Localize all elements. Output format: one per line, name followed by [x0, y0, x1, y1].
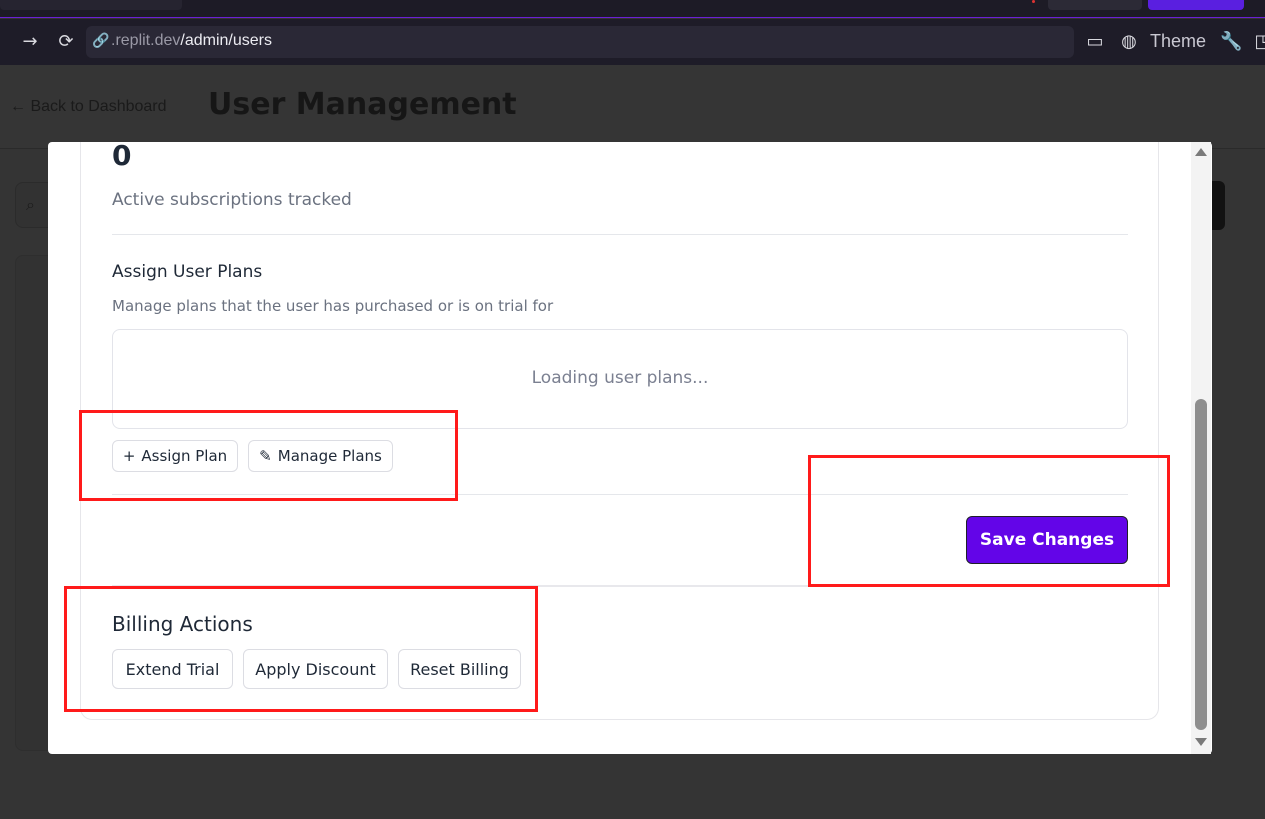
user-plans-list: Loading user plans...	[112, 329, 1128, 429]
subscription-card: 0 Active subscriptions tracked Assign Us…	[80, 142, 1159, 720]
url-path: /admin/users	[180, 32, 272, 49]
assign-plan-button[interactable]: + Assign Plan	[112, 440, 238, 472]
extend-trial-button[interactable]: Extend Trial	[112, 649, 233, 689]
reset-billing-button[interactable]: Reset Billing	[398, 649, 521, 689]
divider	[112, 585, 1128, 587]
search-icon: ⌕	[26, 195, 35, 214]
page-header: ← Back to Dashboard User Management	[0, 65, 1265, 149]
assign-plans-title: Assign User Plans	[112, 262, 263, 282]
modal-scrollbar[interactable]	[1191, 142, 1211, 754]
apply-discount-button[interactable]: Apply Discount	[243, 649, 388, 689]
plus-icon: +	[122, 446, 136, 465]
scroll-up-arrow-icon[interactable]	[1195, 148, 1207, 156]
toolbar-primary-button[interactable]	[1148, 0, 1244, 10]
toolbar-button[interactable]	[1048, 0, 1142, 10]
stat-description: Active subscriptions tracked	[112, 190, 352, 210]
save-changes-label: Save Changes	[979, 530, 1115, 550]
edit-icon: ✎	[259, 446, 272, 465]
notification-dot	[1032, 0, 1035, 3]
url-text: .replit.dev/admin/users	[111, 32, 272, 50]
back-to-dashboard-link[interactable]: ← Back to Dashboard	[10, 98, 167, 116]
url-domain: .replit.dev	[111, 32, 181, 49]
devices-icon[interactable]: ▭	[1084, 31, 1106, 53]
scroll-thumb[interactable]	[1195, 399, 1207, 730]
browser-navbar: → ⟳ 🔗 .replit.dev/admin/users ▭ ◍ Theme …	[0, 19, 1265, 65]
page-title: User Management	[208, 87, 517, 122]
manage-plans-button[interactable]: ✎ Manage Plans	[248, 440, 393, 472]
wrench-icon[interactable]: 🔧	[1220, 31, 1242, 53]
stat-value: 0	[112, 142, 132, 172]
save-changes-button[interactable]: Save Changes	[966, 516, 1128, 564]
scroll-down-arrow-icon[interactable]	[1195, 738, 1207, 746]
user-edit-modal: 0 Active subscriptions tracked Assign Us…	[48, 142, 1212, 754]
manage-plans-label: Manage Plans	[277, 447, 382, 465]
url-bar[interactable]: 🔗 .replit.dev/admin/users	[86, 26, 1074, 58]
palette-icon[interactable]: ◍	[1118, 31, 1140, 53]
reload-icon[interactable]: ⟳	[55, 31, 77, 53]
extend-trial-label: Extend Trial	[125, 659, 220, 679]
apply-discount-label: Apply Discount	[255, 659, 376, 679]
divider	[112, 494, 1128, 495]
divider	[112, 234, 1128, 235]
loading-text: Loading user plans...	[531, 368, 709, 388]
assign-plans-subtitle: Manage plans that the user has purchased…	[112, 297, 554, 315]
assign-plan-label: Assign Plan	[141, 447, 228, 465]
link-icon: 🔗	[92, 33, 110, 49]
billing-actions-title: Billing Actions	[112, 612, 253, 636]
forward-arrow-icon[interactable]: →	[19, 31, 41, 53]
reset-billing-label: Reset Billing	[410, 659, 509, 679]
external-icon[interactable]: ◳	[1252, 31, 1265, 53]
browser-tab[interactable]	[0, 0, 182, 10]
browser-top-strip	[0, 0, 1265, 18]
theme-label[interactable]: Theme	[1150, 31, 1206, 52]
